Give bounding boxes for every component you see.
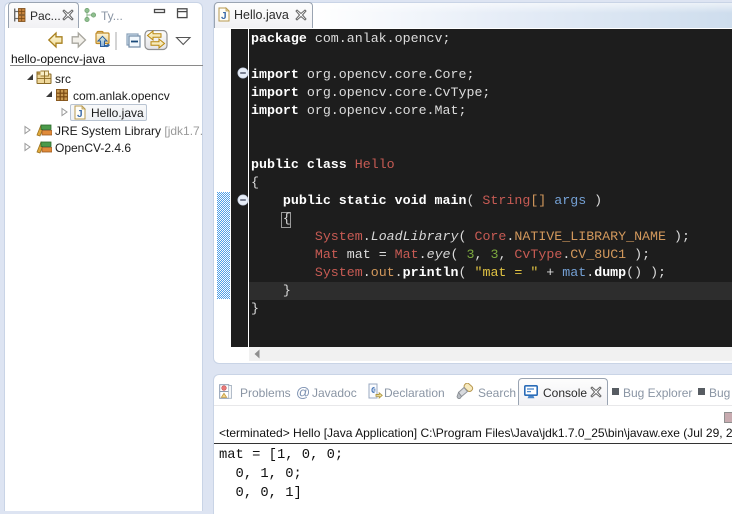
svg-text:J: J (77, 109, 83, 120)
svg-text:J: J (221, 11, 227, 22)
